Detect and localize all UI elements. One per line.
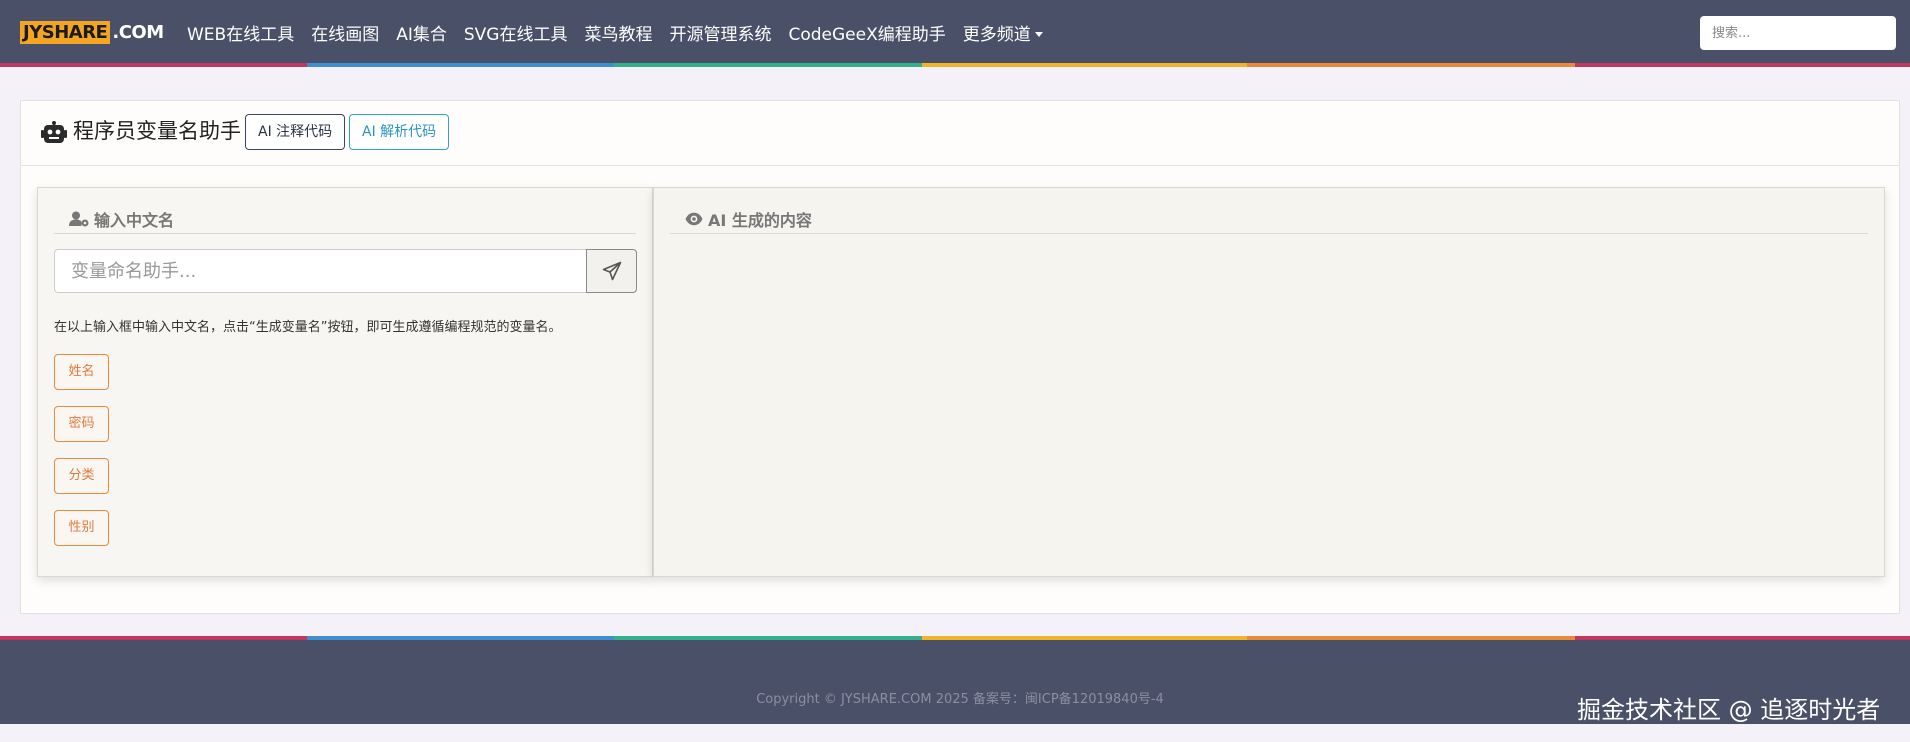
input-panel-header: 输入中文名 — [54, 204, 636, 234]
name-input-group — [54, 249, 637, 293]
output-panel: AI 生成的内容 — [653, 187, 1885, 577]
watermark-text: 掘金技术社区 @ 追逐时光者 — [1577, 696, 1881, 724]
example-tag-password[interactable]: 密码 — [54, 406, 109, 442]
eye-icon — [685, 212, 703, 225]
nav-link-online-drawing[interactable]: 在线画图 — [311, 20, 379, 45]
nav-link-codegeex[interactable]: CodeGeeX编程助手 — [788, 20, 945, 45]
main-card: 程序员变量名助手 AI 注释代码 AI 解析代码 输入中文名 在以上输入框中输入… — [20, 100, 1900, 614]
nav-link-svg-tools[interactable]: SVG在线工具 — [464, 20, 568, 45]
site-logo[interactable]: JYSHARE .COM — [20, 21, 164, 44]
search-input[interactable] — [1700, 16, 1896, 50]
usage-hint: 在以上输入框中输入中文名，点击“生成变量名”按钮，即可生成遵循编程规范的变量名。 — [54, 320, 562, 335]
nav-links: WEB在线工具 在线画图 AI集合 SVG在线工具 菜鸟教程 开源管理系统 Co… — [187, 20, 1060, 45]
chinese-name-input[interactable] — [54, 249, 586, 293]
example-tag-gender[interactable]: 性别 — [54, 510, 109, 546]
nav-link-more-channels[interactable]: 更多频道 — [963, 20, 1043, 45]
more-channels-label: 更多频道 — [962, 24, 1031, 45]
robot-icon — [41, 121, 67, 143]
logo-part2: .COM — [112, 22, 164, 43]
example-tag-name[interactable]: 姓名 — [54, 354, 109, 390]
nav-link-runoob-tutorial[interactable]: 菜鸟教程 — [584, 20, 652, 45]
nav-link-ai-collection[interactable]: AI集合 — [396, 20, 447, 45]
ai-comment-code-button[interactable]: AI 注释代码 — [245, 114, 346, 150]
nav-link-web-tools[interactable]: WEB在线工具 — [187, 20, 294, 45]
card-header: 程序员变量名助手 AI 注释代码 AI 解析代码 — [21, 101, 1899, 166]
user-gear-icon — [69, 211, 89, 226]
paper-plane-icon — [602, 261, 621, 281]
nav-link-open-source-admin[interactable]: 开源管理系统 — [669, 20, 771, 45]
example-tag-category[interactable]: 分类 — [54, 458, 109, 494]
input-panel-title: 输入中文名 — [94, 210, 175, 230]
output-panel-header: AI 生成的内容 — [670, 204, 1868, 234]
caret-down-icon — [1034, 32, 1043, 37]
send-button[interactable] — [586, 249, 637, 293]
ai-parse-code-button[interactable]: AI 解析代码 — [349, 114, 450, 150]
input-panel: 输入中文名 在以上输入框中输入中文名，点击“生成变量名”按钮，即可生成遵循编程规… — [37, 187, 653, 577]
output-panel-title: AI 生成的内容 — [708, 210, 812, 230]
logo-part1: JYSHARE — [20, 21, 111, 44]
top-navbar: JYSHARE .COM WEB在线工具 在线画图 AI集合 SVG在线工具 菜鸟… — [0, 0, 1910, 64]
footer-rainbow-bar — [0, 636, 1910, 640]
page-title: 程序员变量名助手 — [73, 119, 241, 143]
nav-rainbow-bar — [0, 63, 1910, 67]
